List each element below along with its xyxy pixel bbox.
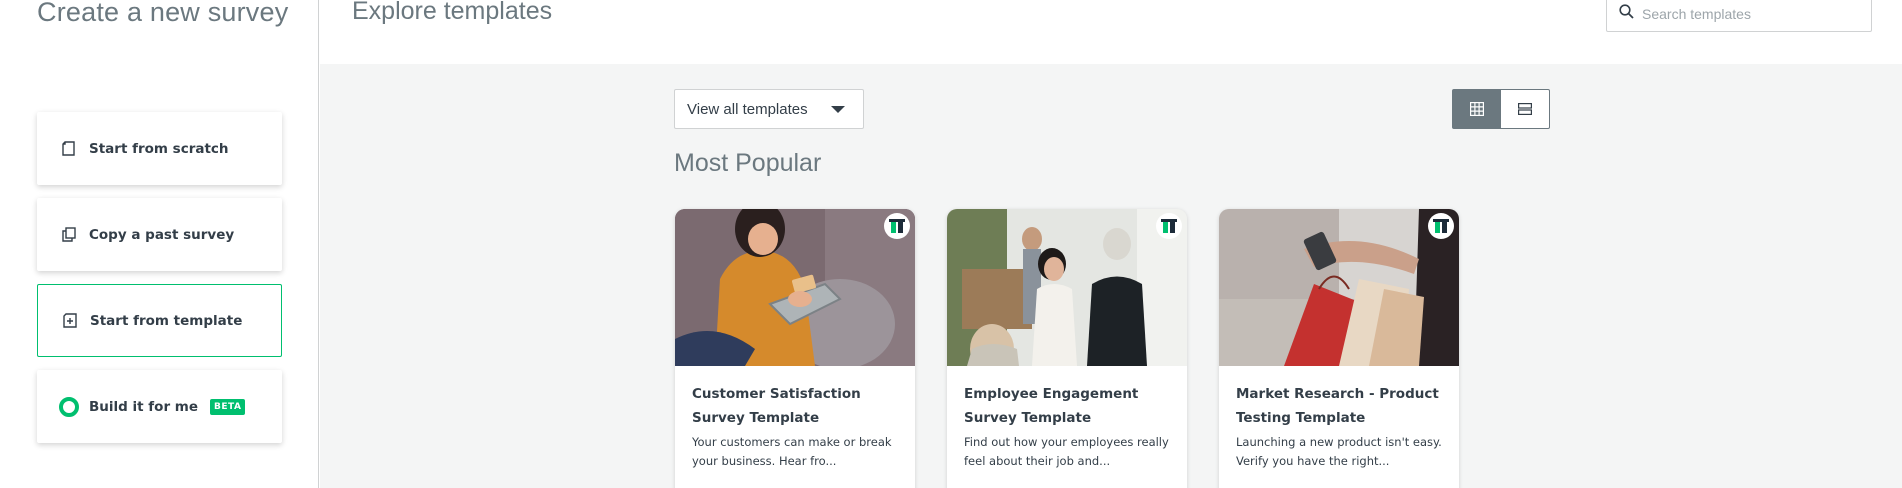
card-title: Customer Satisfaction Survey Template	[692, 386, 861, 426]
header: Explore templates	[320, 0, 1902, 64]
card-image	[947, 209, 1187, 366]
template-badge-icon	[1428, 213, 1454, 239]
card-image	[1219, 209, 1459, 366]
main-content: View all templates Most Popular Customer…	[320, 64, 1902, 488]
dropdown-value: View all templates	[687, 100, 808, 118]
start-from-template-option[interactable]: Start from template	[37, 284, 282, 357]
template-card[interactable]: Market Research - Product Testing Templa…	[1219, 209, 1459, 488]
option-label: Build it for me	[89, 398, 199, 415]
card-description: Launching a new product isn't easy. Veri…	[1236, 435, 1442, 468]
search-box[interactable]	[1606, 0, 1872, 32]
copy-icon	[61, 227, 77, 243]
card-title: Employee Engagement Survey Template	[964, 386, 1139, 426]
card-description: Find out how your employees really feel …	[964, 435, 1169, 468]
chevron-down-icon	[831, 106, 845, 113]
template-icon	[62, 313, 78, 329]
page-icon	[61, 141, 77, 157]
view-templates-dropdown[interactable]: View all templates	[674, 89, 864, 129]
option-label: Start from scratch	[89, 140, 229, 157]
option-label: Start from template	[90, 312, 243, 329]
beta-badge: BETA	[210, 398, 246, 415]
search-icon	[1619, 4, 1634, 24]
build-it-for-me-option[interactable]: Build it for me BETA	[37, 370, 282, 443]
list-view-button[interactable]	[1501, 89, 1550, 129]
card-title: Market Research - Product Testing Templa…	[1236, 386, 1439, 426]
sidebar-title: Create a new survey	[37, 0, 289, 27]
copy-past-survey-option[interactable]: Copy a past survey	[37, 198, 282, 271]
view-toggle	[1452, 89, 1550, 129]
start-from-scratch-option[interactable]: Start from scratch	[37, 112, 282, 185]
page-title: Explore templates	[352, 0, 553, 25]
ring-icon	[59, 396, 79, 417]
card-image	[675, 209, 915, 366]
template-card[interactable]: Employee Engagement Survey Template Find…	[947, 209, 1187, 488]
list-icon	[1518, 103, 1532, 115]
grid-view-button[interactable]	[1452, 89, 1501, 129]
option-label: Copy a past survey	[89, 226, 235, 243]
grid-icon	[1469, 102, 1484, 116]
template-card[interactable]: Customer Satisfaction Survey Template Yo…	[675, 209, 915, 488]
template-badge-icon	[1156, 213, 1182, 239]
search-input[interactable]	[1642, 6, 1842, 22]
card-description: Your customers can make or break your bu…	[692, 435, 892, 468]
sidebar: Create a new survey Start from scratch C…	[0, 0, 319, 488]
section-title: Most Popular	[674, 149, 822, 177]
template-badge-icon	[884, 213, 910, 239]
